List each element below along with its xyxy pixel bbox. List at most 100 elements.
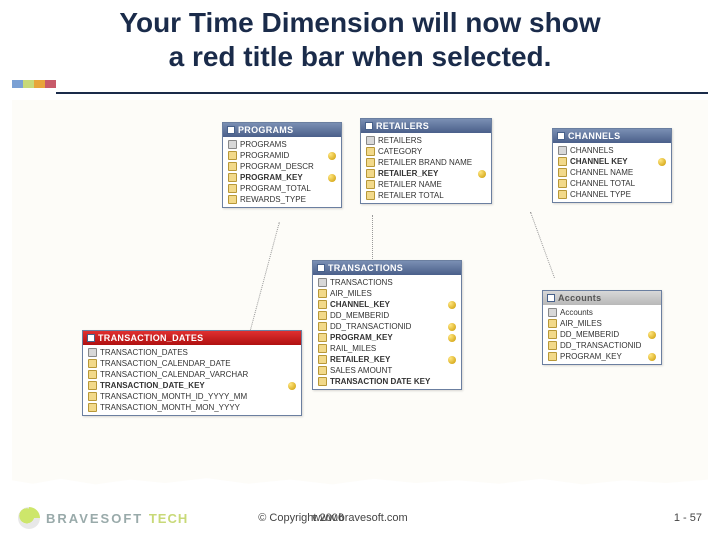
column-item[interactable]: DD_MEMBERID xyxy=(546,329,658,340)
page-number: 1 - 57 xyxy=(674,512,702,524)
brand-suffix: TECH xyxy=(149,511,188,526)
torn-edge xyxy=(12,476,708,490)
column-label: CHANNEL NAME xyxy=(570,168,633,177)
column-icon xyxy=(548,341,557,350)
table-accounts[interactable]: Accounts AccountsAIR_MILESDD_MEMBERIDDD_… xyxy=(542,290,662,365)
column-label: RETAILER TOTAL xyxy=(378,191,444,200)
column-label: DD_TRANSACTIONID xyxy=(330,322,411,331)
column-item[interactable]: TRANSACTION_MONTH_ID_YYYY_MM xyxy=(86,391,298,402)
table-transactions[interactable]: TRANSACTIONS TRANSACTIONS AIR_MILESCHANNE… xyxy=(312,260,462,390)
column-item[interactable]: REWARDS_TYPE xyxy=(226,194,338,205)
table-title: PROGRAMS xyxy=(238,125,293,135)
column-icon xyxy=(88,392,97,401)
column-icon xyxy=(558,157,567,166)
column-label: TRANSACTION_MONTH_MON_YYYY xyxy=(100,403,240,412)
column-label: TRANSACTION_MONTH_ID_YYYY_MM xyxy=(100,392,247,401)
column-item[interactable]: PROGRAM_DESCR xyxy=(226,161,338,172)
column-item[interactable]: RAIL_MILES xyxy=(316,343,458,354)
table-header[interactable]: Accounts xyxy=(543,291,661,305)
table-title: TRANSACTIONS xyxy=(328,263,403,273)
column-item[interactable]: CHANNEL TOTAL xyxy=(556,178,668,189)
column-item[interactable]: RETAILER TOTAL xyxy=(364,190,488,201)
column-label: RETAILER BRAND NAME xyxy=(378,158,472,167)
accent-bar xyxy=(12,80,56,88)
column-item[interactable]: CHANNEL_KEY xyxy=(316,299,458,310)
column-item[interactable]: RETAILER_KEY xyxy=(316,354,458,365)
table-header[interactable]: TRANSACTIONS xyxy=(313,261,461,275)
column-item[interactable]: DD_TRANSACTIONID xyxy=(546,340,658,351)
table-programs[interactable]: PROGRAMS PROGRAMSPROGRAMIDPROGRAM_DESCRP… xyxy=(222,122,342,208)
column-label: TRANSACTION_DATES xyxy=(100,348,188,357)
column-item[interactable]: PROGRAM_KEY xyxy=(546,351,658,362)
column-label: RETAILER_KEY xyxy=(378,169,438,178)
column-item[interactable]: TRANSACTION_CALENDAR_VARCHAR xyxy=(86,369,298,380)
column-item[interactable]: DD_MEMBERID xyxy=(316,310,458,321)
column-label: AIR_MILES xyxy=(560,319,602,328)
column-item[interactable]: AIR_MILES xyxy=(546,318,658,329)
column-label: RETAILERS xyxy=(378,136,422,145)
column-item[interactable]: SALES AMOUNT xyxy=(316,365,458,376)
column-icon xyxy=(548,319,557,328)
column-item[interactable]: PROGRAMS xyxy=(226,139,338,150)
column-icon xyxy=(88,359,97,368)
column-label: SALES AMOUNT xyxy=(330,366,392,375)
column-icon xyxy=(558,190,567,199)
column-label: CHANNEL TOTAL xyxy=(570,179,635,188)
column-icon xyxy=(548,352,557,361)
column-label: DD_TRANSACTIONID xyxy=(560,341,641,350)
column-item[interactable]: TRANSACTION_MONTH_MON_YYYY xyxy=(86,402,298,413)
column-label: TRANSACTIONS xyxy=(330,278,393,287)
column-item[interactable]: RETAILERS xyxy=(364,135,488,146)
column-item[interactable]: CHANNELS xyxy=(556,145,668,156)
column-item[interactable]: TRANSACTIONS xyxy=(316,277,458,288)
column-label: TRANSACTION_CALENDAR_VARCHAR xyxy=(100,370,248,379)
column-icon xyxy=(88,403,97,412)
table-header-selected[interactable]: TRANSACTION_DATES xyxy=(83,331,301,345)
table-icon xyxy=(365,122,373,130)
key-icon xyxy=(658,158,666,166)
column-item[interactable]: PROGRAMID xyxy=(226,150,338,161)
slide-footer: BRAVESOFT TECH © Copyright 2006 www.brav… xyxy=(0,496,720,540)
column-icon xyxy=(88,370,97,379)
column-item[interactable]: RETAILER NAME xyxy=(364,179,488,190)
column-label: PROGRAMID xyxy=(240,151,289,160)
column-icon xyxy=(558,179,567,188)
column-icon xyxy=(366,158,375,167)
column-item[interactable]: PROGRAM_TOTAL xyxy=(226,183,338,194)
table-retailers[interactable]: RETAILERS RETAILERSCATEGORYRETAILER BRAN… xyxy=(360,118,492,204)
column-item[interactable]: PROGRAM_KEY xyxy=(226,172,338,183)
column-label: CHANNEL KEY xyxy=(570,157,628,166)
table-header[interactable]: PROGRAMS xyxy=(223,123,341,137)
column-list: CHANNELSCHANNEL KEY CHANNEL NAME CHANNEL T… xyxy=(553,143,671,202)
column-item[interactable]: TRANSACTION_DATES xyxy=(86,347,298,358)
column-item[interactable]: TRANSACTION_DATE_KEY xyxy=(86,380,298,391)
column-item[interactable]: AIR_MILES xyxy=(316,288,458,299)
table-channels[interactable]: CHANNELS CHANNELSCHANNEL KEYCHANNEL NAME… xyxy=(552,128,672,203)
column-item[interactable]: CHANNEL TYPE xyxy=(556,189,668,200)
column-icon xyxy=(318,355,327,364)
table-header[interactable]: RETAILERS xyxy=(361,119,491,133)
column-item[interactable]: DD_TRANSACTIONID xyxy=(316,321,458,332)
column-item[interactable]: TRANSACTION_CALENDAR_DATE xyxy=(86,358,298,369)
column-label: TRANSACTION DATE KEY xyxy=(330,377,430,386)
column-icon xyxy=(318,322,327,331)
brand-logo: BRAVESOFT TECH xyxy=(18,507,188,529)
column-icon xyxy=(228,184,237,193)
column-list: TRANSACTION_DATESTRANSACTION_CALENDAR_DA… xyxy=(83,345,301,415)
column-item[interactable]: Accounts xyxy=(546,307,658,318)
column-item[interactable]: CHANNEL NAME xyxy=(556,167,668,178)
column-label: AIR_MILES xyxy=(330,289,372,298)
column-icon xyxy=(228,195,237,204)
table-title: RETAILERS xyxy=(376,121,429,131)
column-icon xyxy=(318,289,327,298)
column-item[interactable]: CHANNEL KEY xyxy=(556,156,668,167)
column-item[interactable]: PROGRAM_KEY xyxy=(316,332,458,343)
column-item[interactable]: CATEGORY xyxy=(364,146,488,157)
column-item[interactable]: RETAILER BRAND NAME xyxy=(364,157,488,168)
column-icon xyxy=(228,151,237,160)
column-item[interactable]: TRANSACTION DATE KEY xyxy=(316,376,458,387)
column-item[interactable]: RETAILER_KEY xyxy=(364,168,488,179)
table-header[interactable]: CHANNELS xyxy=(553,129,671,143)
table-transaction-dates[interactable]: TRANSACTION_DATES TRANSACTION_DATESTRANS… xyxy=(82,330,302,416)
connector-line xyxy=(372,215,373,265)
